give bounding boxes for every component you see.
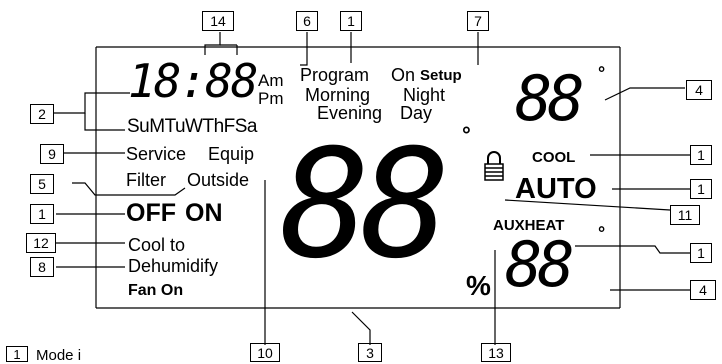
callout-13: 13 (481, 343, 511, 362)
cool-to-label: Cool to (128, 235, 186, 255)
lock-icon (484, 151, 504, 181)
legend-text: Mode i (36, 347, 82, 364)
setpoint-top-digits: 88 (515, 62, 585, 135)
top-degree-symbol: ° (598, 63, 606, 83)
night-label: Night (403, 85, 446, 105)
callout-1-auto: 1 (690, 179, 712, 199)
am-indicator: Am (258, 71, 284, 90)
cool-mode-indicator: COOL (532, 149, 576, 166)
setpoint-bottom-digits: 88 (505, 228, 575, 301)
main-degree-symbol: ° (462, 122, 471, 147)
callout-10: 10 (250, 343, 280, 362)
callout-1-cool: 1 (690, 145, 712, 165)
fan-on-indicator: Fan On (128, 282, 184, 299)
callout-1-legend: 1 (6, 346, 28, 362)
callout-3: 3 (358, 343, 382, 362)
equip-label: Equip (208, 144, 255, 164)
callout-12: 12 (26, 233, 56, 253)
callout-1-offon: 1 (30, 204, 54, 224)
on-indicator: ON (185, 199, 223, 227)
pm-indicator: Pm (258, 89, 284, 108)
callout-9: 9 (40, 144, 64, 164)
callout-11: 11 (670, 205, 700, 225)
callout-8: 8 (30, 257, 54, 277)
auto-mode-indicator: AUTO (515, 173, 597, 205)
dehumidify-label: Dehumidify (128, 256, 219, 276)
bottom-degree-symbol: ° (598, 223, 606, 243)
callout-5: 5 (30, 174, 54, 194)
humidity-percent: % (466, 270, 491, 301)
callout-1-program: 1 (340, 11, 362, 31)
callout-6: 6 (296, 11, 318, 31)
callout-4-bottom: 4 (690, 280, 716, 300)
thermostat-lcd-diagram: 14 6 1 7 4 2 9 5 1 12 8 1 1 11 1 4 10 3 … (0, 0, 722, 364)
setup-label: Setup (420, 67, 462, 84)
callout-1-auxheat: 1 (690, 243, 712, 263)
clock-digits: 18:88 (128, 54, 258, 108)
filter-label: Filter (126, 170, 166, 190)
outside-label: Outside (187, 170, 250, 190)
days-of-week: SuMTuWThFSa (127, 116, 258, 137)
service-label: Service (126, 144, 187, 164)
off-indicator: OFF (126, 199, 176, 227)
program-label: Program (300, 65, 370, 85)
morning-label: Morning (305, 85, 371, 105)
callout-2: 2 (30, 104, 54, 124)
callout-4-top: 4 (686, 80, 712, 100)
callout-14: 14 (202, 11, 234, 31)
program-on-label: On (391, 65, 416, 85)
main-temperature-digits: 88 (280, 118, 451, 292)
callout-7: 7 (467, 11, 489, 31)
